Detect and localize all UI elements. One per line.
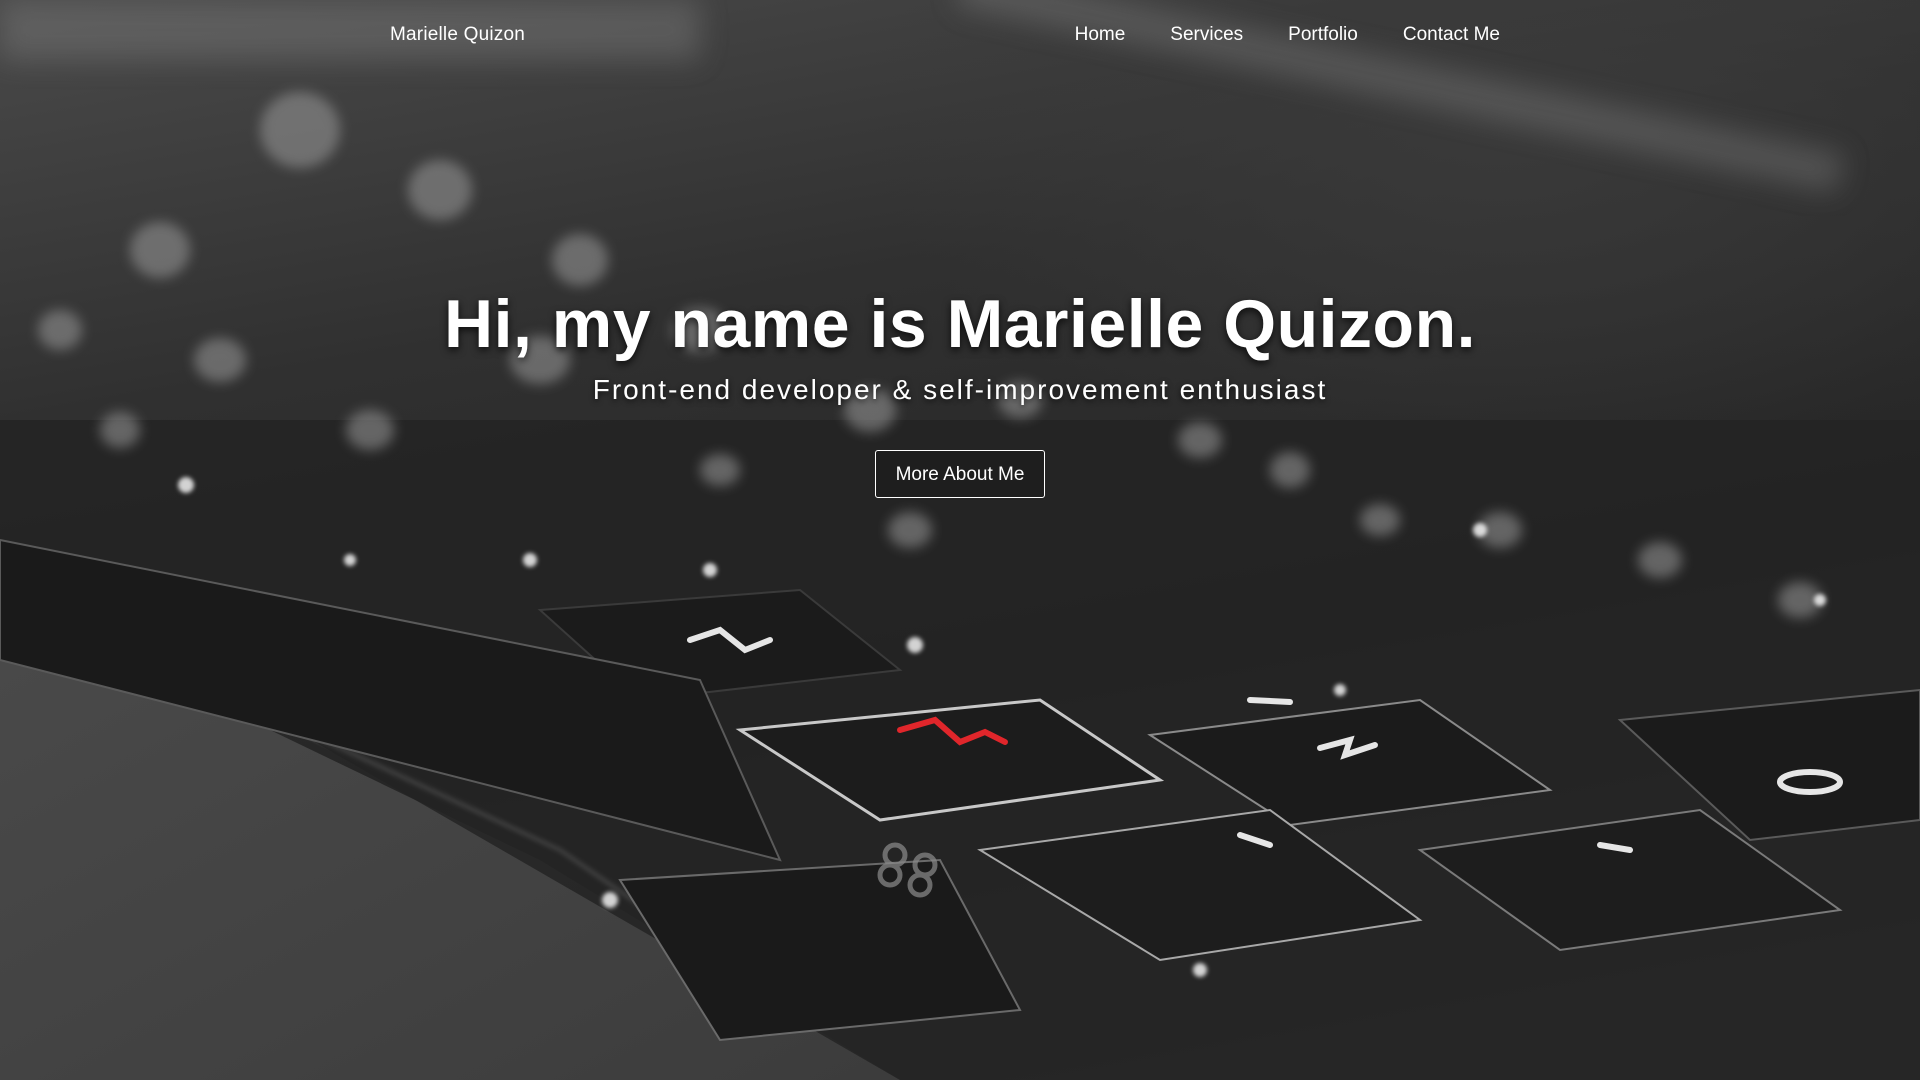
hero-title: Hi, my name is Marielle Quizon.	[443, 286, 1476, 362]
hero-section: Hi, my name is Marielle Quizon. Front-en…	[0, 280, 1920, 498]
nav-item-home: Home	[1075, 24, 1126, 46]
nav-link-portfolio[interactable]: Portfolio	[1288, 24, 1358, 45]
more-about-me-button[interactable]: More About Me	[874, 450, 1046, 498]
nav-link-home[interactable]: Home	[1075, 24, 1126, 45]
nav-link-contact[interactable]: Contact Me	[1403, 24, 1500, 45]
nav-item-contact: Contact Me	[1403, 24, 1500, 46]
nav-item-portfolio: Portfolio	[1288, 24, 1358, 46]
nav-links: Home Services Portfolio Contact Me	[1030, 24, 1500, 46]
nav-link-services[interactable]: Services	[1170, 24, 1243, 45]
brand-logo[interactable]: Marielle Quizon	[390, 24, 525, 46]
hero-background-image	[0, 0, 1920, 1080]
hero-subtitle: Front-end developer & self-improvement e…	[592, 374, 1328, 405]
keyboard-photo	[0, 0, 1920, 1080]
navbar: Marielle Quizon Home Services Portfolio …	[0, 0, 1920, 74]
nav-item-services: Services	[1170, 24, 1243, 46]
